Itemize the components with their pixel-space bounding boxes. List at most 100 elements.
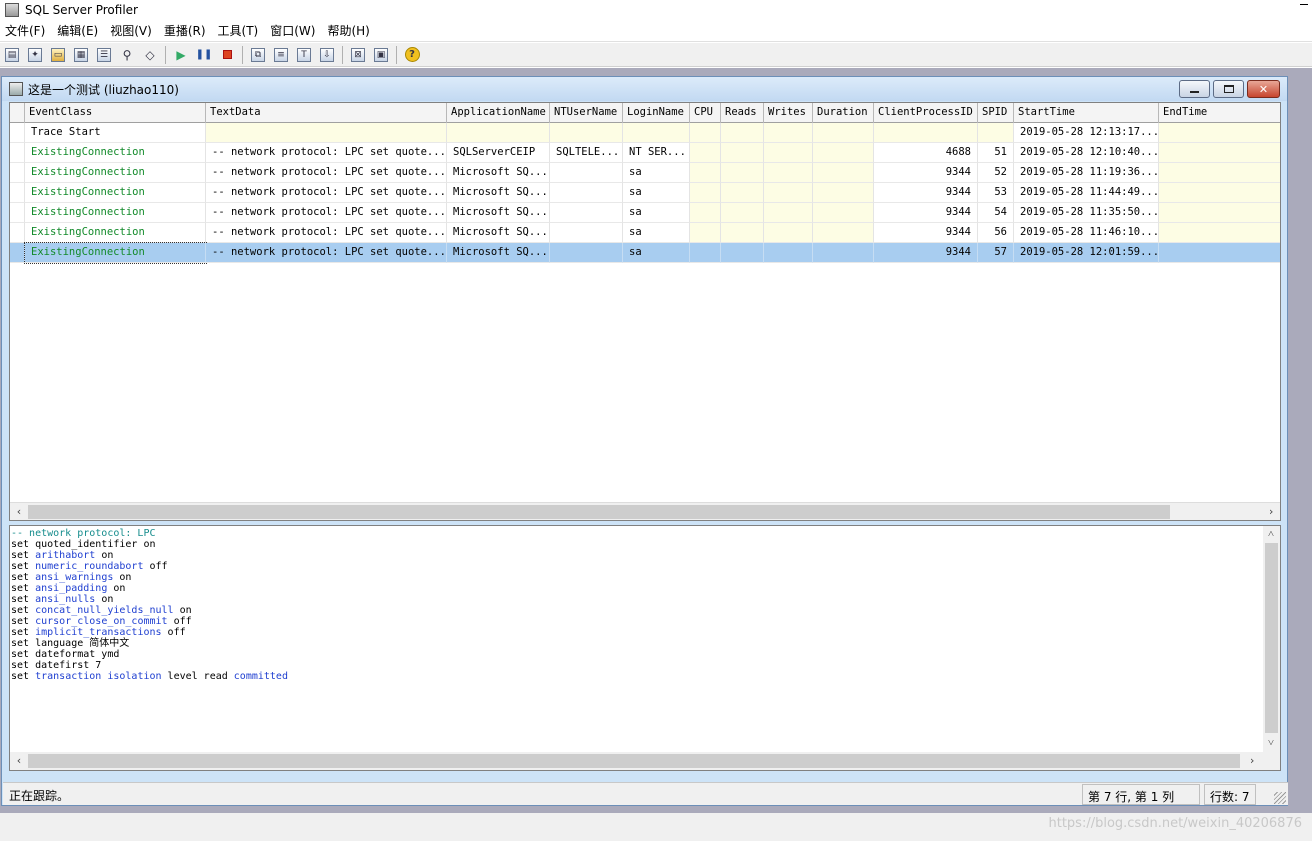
trace-events-grid[interactable]: EventClass TextData ApplicationName NTUserN… [9,102,1281,521]
properties-icon[interactable]: ☰ [94,45,114,65]
save-icon[interactable]: ▦ [71,45,91,65]
cell-reads [721,143,764,163]
scroll-right-icon[interactable]: › [1244,753,1260,769]
scroll-down-icon[interactable]: ˅ [1263,735,1279,751]
toolbar-separator [242,45,243,64]
cell-ntusername [550,183,623,203]
text-segment: off [167,616,192,627]
column-header-writes[interactable]: Writes [764,103,813,123]
stop-icon[interactable] [217,45,237,65]
cell-ntusername [550,163,623,183]
column-header-reads[interactable]: Reads [721,103,764,123]
cell-duration [813,203,874,223]
cell-endtime [1159,123,1280,143]
menu-replay[interactable]: 重播(R) [159,21,213,42]
resize-grip-icon[interactable] [1274,792,1286,804]
row-selector[interactable] [10,163,25,183]
text-segment: on [113,572,132,583]
toolbar: ▤ ✦ ▭ ▦ ☰ ⚲ ◇ ▶ ❚❚ ⧉ ≡ T ⇩ ⊠ ▣ ? [0,43,1312,67]
grid-horizontal-scrollbar[interactable]: ‹ › [10,502,1280,520]
text-line: set cursor_close_on_commit off [11,616,288,627]
column-header-spid[interactable]: SPID [978,103,1014,123]
cell-reads [721,243,764,263]
group-icon[interactable]: ⧉ [248,45,268,65]
new-trace-icon[interactable]: ▤ [2,45,22,65]
menu-bar: 文件(F) 编辑(E) 视图(V) 重播(R) 工具(T) 窗口(W) 帮助(H… [0,21,1312,42]
column-header-cpu[interactable]: CPU [690,103,721,123]
child-close-button[interactable]: ✕ [1247,80,1280,98]
aggregate-icon[interactable]: ≡ [271,45,291,65]
row-selector[interactable] [10,123,25,143]
table-row[interactable]: ExistingConnection -- network protocol: L… [10,242,1280,264]
table-row[interactable]: ExistingConnection -- network protocol: L… [10,163,1280,183]
tuning-icon[interactable]: ▣ [371,45,391,65]
row-selector[interactable] [10,183,25,203]
cell-endtime [1159,203,1280,223]
text-segment: set [11,583,36,594]
table-row[interactable]: Trace Start 2019-05-28 12:13:17... [10,123,1280,143]
column-header-applicationname[interactable]: ApplicationName [447,103,550,123]
scrollbar-thumb[interactable] [28,754,1240,768]
table-row[interactable]: ExistingConnection -- network protocol: L… [10,203,1280,223]
trace-window-titlebar: 这是一个测试 (liuzhao110) ✕ [2,77,1287,101]
menu-edit[interactable]: 编辑(E) [52,21,105,42]
cell-spid: 56 [978,223,1014,243]
textdata-pane[interactable]: -- network protocol: LPC set quoted_ident… [9,525,1281,771]
textdata-vertical-scrollbar[interactable]: ˄ ˅ [1263,526,1280,752]
column-header-loginname[interactable]: LoginName [623,103,690,123]
scroll-left-icon[interactable]: ‹ [11,753,27,769]
column-header-ntusername[interactable]: NTUserName [550,103,623,123]
cell-textdata: -- network protocol: LPC set quote... [206,203,447,223]
menu-window[interactable]: 窗口(W) [265,21,322,42]
open-icon[interactable]: ▭ [48,45,68,65]
table-row[interactable]: ExistingConnection -- network protocol: L… [10,183,1280,203]
scrollbar-thumb[interactable] [1265,543,1278,733]
cell-applicationname: Microsoft SQ... [447,163,550,183]
clear-icon[interactable]: ◇ [140,45,160,65]
row-selector[interactable] [10,203,25,223]
scrollbar-thumb[interactable] [28,505,1170,519]
row-selector[interactable] [10,143,25,163]
column-header-textdata[interactable]: TextData [206,103,447,123]
cell-reads [721,123,764,143]
menu-tools[interactable]: 工具(T) [213,21,266,42]
scroll-right-icon[interactable]: › [1263,504,1279,520]
row-selector[interactable] [10,243,25,263]
column-header-eventclass[interactable]: EventClass [25,103,206,123]
table-row[interactable]: ExistingConnection -- network protocol: L… [10,143,1280,163]
child-restore-button[interactable] [1213,80,1244,98]
new-template-icon[interactable]: ✦ [25,45,45,65]
cell-writes [764,183,813,203]
textdata-horizontal-scrollbar[interactable]: ‹ › [10,752,1280,770]
perfmon-icon[interactable]: ⊠ [348,45,368,65]
child-minimize-button[interactable] [1179,80,1210,98]
text-segment: on [107,583,126,594]
scroll-left-icon[interactable]: ‹ [11,504,27,520]
table-row[interactable]: ExistingConnection -- network protocol: L… [10,223,1280,243]
text-segment: on [95,550,114,561]
text-line: set numeric_roundabort off [11,561,288,572]
find-icon[interactable]: ⚲ [117,45,137,65]
column-header-starttime[interactable]: StartTime [1014,103,1159,123]
autoscroll-icon[interactable]: ⇩ [317,45,337,65]
minimize-icon[interactable] [1300,4,1308,5]
cell-ntusername [550,243,623,263]
column-header-clientprocessid[interactable]: ClientProcessID [874,103,978,123]
text-line: set quoted_identifier on [11,539,288,550]
menu-view[interactable]: 视图(V) [105,21,159,42]
menu-file[interactable]: 文件(F) [0,21,52,42]
run-icon[interactable]: ▶ [171,45,191,65]
row-selector[interactable] [10,223,25,243]
pause-icon[interactable]: ❚❚ [194,45,214,65]
text-line: set ansi_nulls on [11,594,288,605]
column-header-duration[interactable]: Duration [813,103,874,123]
cell-applicationname: Microsoft SQ... [447,223,550,243]
column-header-endtime[interactable]: EndTime [1159,103,1280,123]
cell-applicationname: Microsoft SQ... [447,203,550,223]
text-segment: level read [161,671,234,682]
menu-help[interactable]: 帮助(H) [322,21,376,42]
scroll-up-icon[interactable]: ˄ [1263,526,1279,542]
column-icon[interactable]: T [294,45,314,65]
cell-clientprocessid: 9344 [874,203,978,223]
help-icon[interactable]: ? [402,45,422,65]
